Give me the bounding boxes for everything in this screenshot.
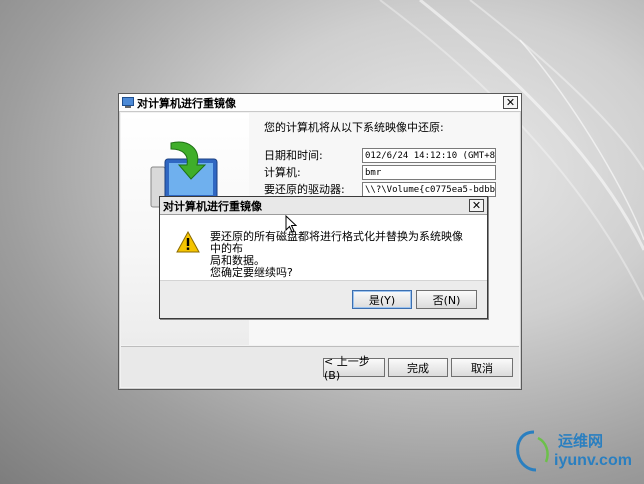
- drive-field[interactable]: \\?\Volume{c0775ea5-bdbb-11e: [362, 181, 496, 197]
- computer-label: 计算机:: [264, 166, 301, 179]
- site-watermark: 运维网 iyunv.com: [514, 426, 634, 478]
- datetime-field[interactable]: 012/6/24 14:12:10 (GMT+8:00): [362, 147, 496, 163]
- dialog-footer: 是(Y) 否(N): [160, 280, 487, 318]
- restore-intro-text: 您的计算机将从以下系统映像中还原:: [264, 121, 444, 134]
- no-button[interactable]: 否(N): [416, 290, 477, 309]
- dialog-message-area: 要还原的所有磁盘都将进行格式化并替换为系统映像中的布 局和数据。 您确定要继续吗…: [160, 215, 487, 281]
- datetime-label: 日期和时间:: [264, 149, 323, 162]
- dialog-title: 对计算机进行重镜像: [163, 199, 262, 213]
- mouse-cursor-icon: [285, 215, 297, 233]
- cancel-button[interactable]: 取消: [451, 358, 513, 377]
- dialog-close-button[interactable]: ✕: [469, 199, 484, 212]
- dialog-message: 要还原的所有磁盘都将进行格式化并替换为系统映像中的布 局和数据。 您确定要继续吗…: [210, 231, 470, 279]
- back-button[interactable]: < 上一步(B): [323, 355, 385, 382]
- wizard-footer: < 上一步(B) 完成 取消: [121, 346, 519, 387]
- wizard-close-button[interactable]: ✕: [503, 96, 518, 109]
- computer-row: 计算机: bmr: [264, 164, 496, 180]
- drive-label: 要还原的驱动器:: [264, 183, 345, 196]
- close-icon: ✕: [505, 95, 516, 109]
- watermark-cn-text: 运维网: [558, 432, 604, 450]
- watermark-domain-text: iyunv.com: [554, 452, 632, 469]
- finish-button[interactable]: 完成: [388, 358, 448, 377]
- drive-row: 要还原的驱动器: \\?\Volume{c0775ea5-bdbb-11e: [264, 181, 496, 197]
- computer-field[interactable]: bmr: [362, 164, 496, 180]
- warning-icon: [176, 231, 200, 253]
- dialog-titlebar[interactable]: 对计算机进行重镜像 ✕: [160, 197, 487, 215]
- wizard-title: 对计算机进行重镜像: [137, 96, 236, 110]
- watermark-logo-icon: [516, 430, 549, 472]
- wizard-titlebar[interactable]: 对计算机进行重镜像 ✕: [119, 94, 521, 112]
- backup-app-icon: [122, 97, 134, 108]
- confirm-dialog: 对计算机进行重镜像 ✕ 要还原的所有磁盘都将进行格式化并替换为系统映像中的布 局…: [159, 196, 488, 319]
- close-icon: ✕: [471, 198, 482, 212]
- dialog-question: 您确定要继续吗?: [210, 266, 293, 279]
- dialog-message-line: 要还原的所有磁盘都将进行格式化并替换为系统映像中的布: [210, 230, 463, 255]
- yes-button[interactable]: 是(Y): [352, 290, 412, 309]
- datetime-row: 日期和时间: 012/6/24 14:12:10 (GMT+8:00): [264, 147, 496, 163]
